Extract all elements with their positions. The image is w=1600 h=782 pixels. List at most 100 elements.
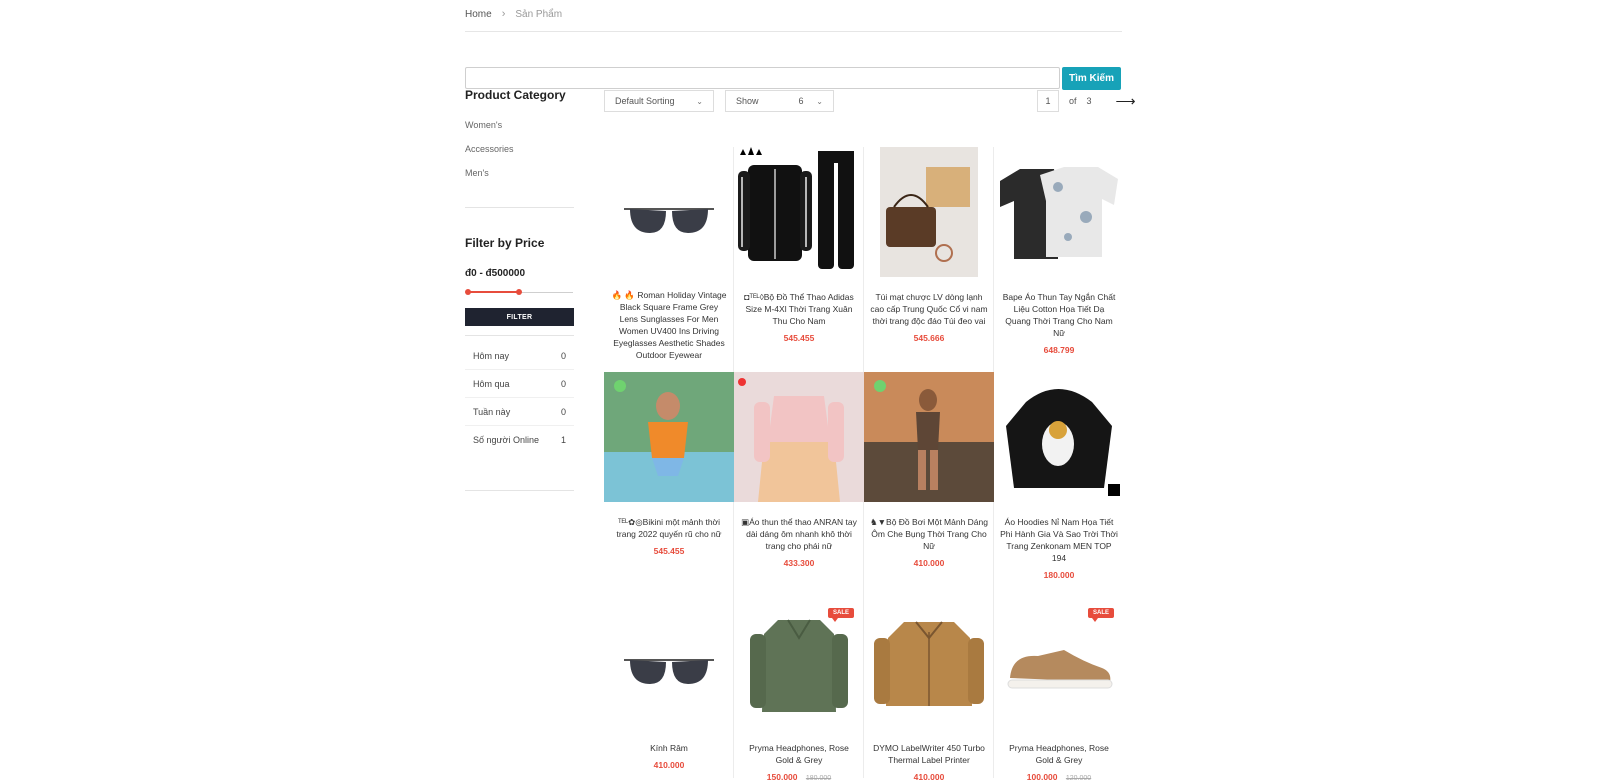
page-of-label: of (1069, 96, 1077, 106)
filter-title: Filter by Price (465, 236, 545, 250)
breadcrumb-current: Sản Phẩm (515, 8, 563, 20)
product-image[interactable] (604, 147, 734, 277)
handbag-icon (880, 147, 978, 277)
filter-button[interactable]: FILTER (465, 308, 574, 326)
stat-yesterday: Hôm qua 0 (465, 370, 574, 398)
product-name[interactable]: Bape Áo Thun Tay Ngắn Chất Liệu Cotton H… (994, 291, 1124, 339)
chevron-down-icon: ⌄ (816, 96, 823, 106)
product-image[interactable] (864, 598, 994, 728)
product-price: 433.300 (783, 558, 815, 568)
product-card[interactable]: Bape Áo Thun Tay Ngắn Chất Liệu Cotton H… (994, 147, 1124, 355)
stat-value: 0 (560, 350, 566, 361)
category-womens[interactable]: Women's (465, 120, 502, 130)
product-card[interactable]: ᵀᴱᴸ✿◎Bikini một mảnh thời trang 2022 quy… (604, 372, 734, 556)
hoodie-icon (1006, 389, 1120, 496)
page-total: 3 (1086, 96, 1092, 106)
stat-label: Hôm nay (473, 350, 510, 361)
old-price: 120.000 (1065, 775, 1092, 782)
price-slider-min-handle[interactable] (465, 289, 471, 295)
product-card[interactable]: ◘ᵀᴱᴸ◊Bộ Đồ Thể Thao Adidas Size M-4Xl Th… (734, 147, 864, 343)
product-price: 100.000 120.000 (994, 772, 1124, 782)
show-value: 6 (798, 96, 804, 106)
chevron-right-icon: › (501, 8, 506, 20)
product-name[interactable]: Áo Hoodies Nỉ Nam Họa Tiết Phi Hành Gia … (994, 516, 1124, 564)
product-card[interactable]: Áo Hoodies Nỉ Nam Họa Tiết Phi Hành Gia … (994, 372, 1124, 580)
breadcrumb: Home › Sản Phẩm (465, 8, 562, 20)
stat-today: Hôm nay 0 (465, 342, 574, 370)
product-name[interactable]: 🔥 🔥 Roman Holiday Vintage Black Square F… (604, 289, 734, 361)
product-image[interactable]: SALE (994, 598, 1124, 728)
product-image[interactable] (734, 147, 864, 277)
sport-top-photo (734, 372, 864, 502)
divider (465, 31, 1122, 32)
stat-online: Số người Online 1 (465, 426, 574, 454)
product-price: 545.455 (653, 546, 685, 556)
search-input[interactable] (465, 67, 1060, 89)
price-slider-range (467, 291, 519, 293)
product-card[interactable]: SALE Pryma Headphones, Rose Gold & Grey … (994, 598, 1124, 782)
product-image[interactable] (864, 372, 994, 502)
sale-price: 150.000 (766, 772, 798, 782)
product-card[interactable]: SALE Pryma Headphones, Rose Gold & Grey … (734, 598, 864, 782)
product-price: 150.000 180.000 (734, 772, 864, 782)
arrow-right-icon[interactable]: ⟶ (1116, 93, 1136, 110)
product-name[interactable]: ◘ᵀᴱᴸ◊Bộ Đồ Thể Thao Adidas Size M-4Xl Th… (734, 291, 864, 327)
divider (465, 207, 574, 208)
swimwear-sunset-photo (864, 372, 994, 502)
tracksuit-icon (738, 147, 854, 269)
product-card[interactable]: DYMO LabelWriter 450 Turbo Thermal Label… (864, 598, 994, 782)
product-name[interactable]: Pryma Headphones, Rose Gold & Grey (734, 742, 864, 766)
category-accessories[interactable]: Accessories (465, 144, 514, 154)
product-card[interactable]: ▣Áo thun thể thao ANRAN tay dài dáng ôm … (734, 372, 864, 568)
chevron-down-icon: ⌄ (696, 96, 703, 106)
product-name[interactable]: Pryma Headphones, Rose Gold & Grey (994, 742, 1124, 766)
product-name[interactable]: DYMO LabelWriter 450 Turbo Thermal Label… (864, 742, 994, 766)
product-image[interactable] (604, 372, 734, 502)
product-name[interactable]: Kính Râm (604, 742, 734, 754)
stat-label: Số người Online (473, 435, 539, 445)
sale-badge: SALE (827, 608, 854, 622)
breadcrumb-home[interactable]: Home (465, 9, 492, 20)
product-image[interactable] (994, 372, 1124, 502)
stat-label: Hôm qua (473, 378, 510, 389)
stat-this-week: Tuần này 0 (465, 398, 574, 426)
visitor-stats: Hôm nay 0 Hôm qua 0 Tuần này 0 Số người … (465, 342, 574, 454)
product-image[interactable] (734, 372, 864, 502)
product-image[interactable] (994, 147, 1124, 277)
tshirt-icon (1000, 167, 1118, 259)
product-price: 410.000 (913, 772, 945, 782)
product-name[interactable]: ᵀᴱᴸ✿◎Bikini một mảnh thời trang 2022 quy… (604, 516, 734, 540)
product-name[interactable]: ▣Áo thun thể thao ANRAN tay dài dáng ôm … (734, 516, 864, 552)
product-price: 545.455 (783, 333, 815, 343)
old-price: 180.000 (805, 775, 832, 782)
page-input[interactable]: 1 (1037, 90, 1059, 112)
stat-label: Tuần này (473, 406, 511, 417)
product-image[interactable] (864, 147, 994, 277)
stat-value: 1 (560, 435, 566, 445)
product-card[interactable]: 🔥 🔥 Roman Holiday Vintage Black Square F… (604, 147, 734, 361)
price-slider-max-handle[interactable] (516, 289, 522, 295)
show-label: Show (736, 96, 759, 106)
sunglasses-icon (624, 208, 714, 233)
product-card[interactable]: ♞▼Bộ Đồ Bơi Một Mảnh Dáng Ôm Che Bụng Th… (864, 372, 994, 568)
product-price: 180.000 (1043, 570, 1075, 580)
product-name[interactable]: ♞▼Bộ Đồ Bơi Một Mảnh Dáng Ôm Che Bụng Th… (864, 516, 994, 552)
product-card[interactable]: Kính Râm 410.000 (604, 598, 734, 770)
price-range-label: đ0 - đ500000 (465, 268, 526, 279)
product-card[interactable]: Túi mạt chược LV dòng lạnh cao cấp Trung… (864, 147, 994, 343)
show-select[interactable]: Show 6 ⌄ (725, 90, 834, 112)
sorting-select[interactable]: Default Sorting ⌄ (604, 90, 714, 112)
divider (465, 335, 574, 336)
sunglasses-icon (624, 659, 714, 684)
product-image[interactable]: SALE (734, 598, 864, 728)
category-mens[interactable]: Men's (465, 168, 489, 178)
product-price: 648.799 (1043, 345, 1075, 355)
sale-price: 100.000 (1026, 772, 1058, 782)
product-name[interactable]: Túi mạt chược LV dòng lạnh cao cấp Trung… (864, 291, 994, 327)
product-image[interactable] (604, 598, 734, 728)
product-price: 410.000 (653, 760, 685, 770)
stat-value: 0 (560, 406, 566, 417)
search-button[interactable]: Tìm Kiếm (1062, 67, 1121, 90)
product-price: 545.666 (913, 333, 945, 343)
sale-badge: SALE (1087, 608, 1114, 622)
